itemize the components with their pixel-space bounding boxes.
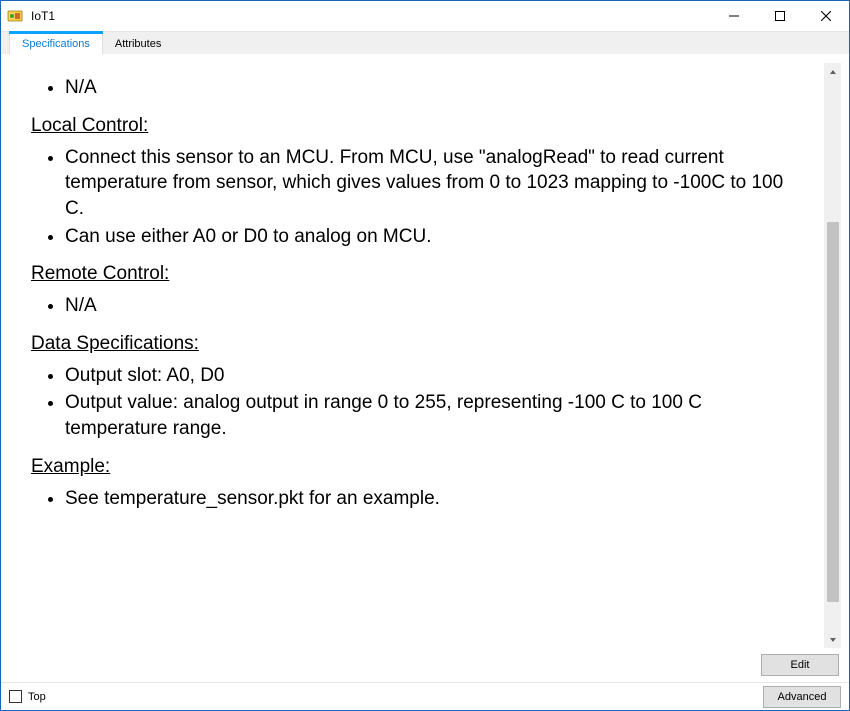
checkbox-icon[interactable] [9, 690, 22, 703]
footer-bar: Top Advanced [1, 682, 849, 710]
list-section-top: N/A [65, 75, 804, 101]
window-controls [711, 1, 849, 31]
list-item: See temperature_sensor.pkt for an exampl… [65, 486, 804, 512]
list-local-control: Connect this sensor to an MCU. From MCU,… [65, 145, 804, 250]
edit-button[interactable]: Edit [761, 654, 839, 676]
app-window: IoT1 Specifications Attributes N/A [0, 0, 850, 711]
list-data-specifications: Output slot: A0, D0 Output value: analog… [65, 363, 804, 442]
list-item: Can use either A0 or D0 to analog on MCU… [65, 224, 804, 250]
window-title: IoT1 [31, 9, 55, 23]
heading-local-control: Local Control: [31, 115, 804, 137]
list-item: Output slot: A0, D0 [65, 363, 804, 389]
heading-remote-control: Remote Control: [31, 263, 804, 285]
scroll-down-arrow-icon[interactable] [825, 631, 841, 648]
scroll-up-arrow-icon[interactable] [825, 63, 841, 80]
maximize-button[interactable] [757, 1, 803, 31]
tabstrip: Specifications Attributes [1, 31, 849, 55]
app-icon [7, 8, 23, 24]
button-label: Edit [791, 659, 810, 671]
tab-label: Specifications [22, 38, 90, 50]
button-label: Advanced [778, 691, 827, 703]
advanced-button[interactable]: Advanced [763, 686, 841, 708]
top-checkbox-wrap[interactable]: Top [9, 690, 46, 703]
titlebar-left: IoT1 [7, 8, 55, 24]
tab-attributes[interactable]: Attributes [103, 33, 173, 55]
list-item: N/A [65, 75, 804, 101]
heading-example: Example: [31, 456, 804, 478]
list-example: See temperature_sensor.pkt for an exampl… [65, 486, 804, 512]
scrollbar-track[interactable] [825, 80, 841, 631]
list-item: Output value: analog output in range 0 t… [65, 390, 804, 441]
scrollbar-thumb[interactable] [827, 222, 839, 602]
close-button[interactable] [803, 1, 849, 31]
edit-button-row: Edit [1, 648, 849, 682]
list-item: N/A [65, 293, 804, 319]
document-content: N/A Local Control: Connect this sensor t… [9, 63, 824, 648]
list-item: Connect this sensor to an MCU. From MCU,… [65, 145, 804, 222]
vertical-scrollbar[interactable] [824, 63, 841, 648]
titlebar: IoT1 [1, 1, 849, 31]
tab-specifications[interactable]: Specifications [9, 33, 103, 55]
content-wrap: N/A Local Control: Connect this sensor t… [1, 55, 849, 682]
scroll-area: N/A Local Control: Connect this sensor t… [9, 63, 841, 648]
tab-label: Attributes [115, 38, 161, 50]
list-remote-control: N/A [65, 293, 804, 319]
checkbox-label: Top [28, 691, 46, 703]
minimize-button[interactable] [711, 1, 757, 31]
heading-data-specifications: Data Specifications: [31, 333, 804, 355]
